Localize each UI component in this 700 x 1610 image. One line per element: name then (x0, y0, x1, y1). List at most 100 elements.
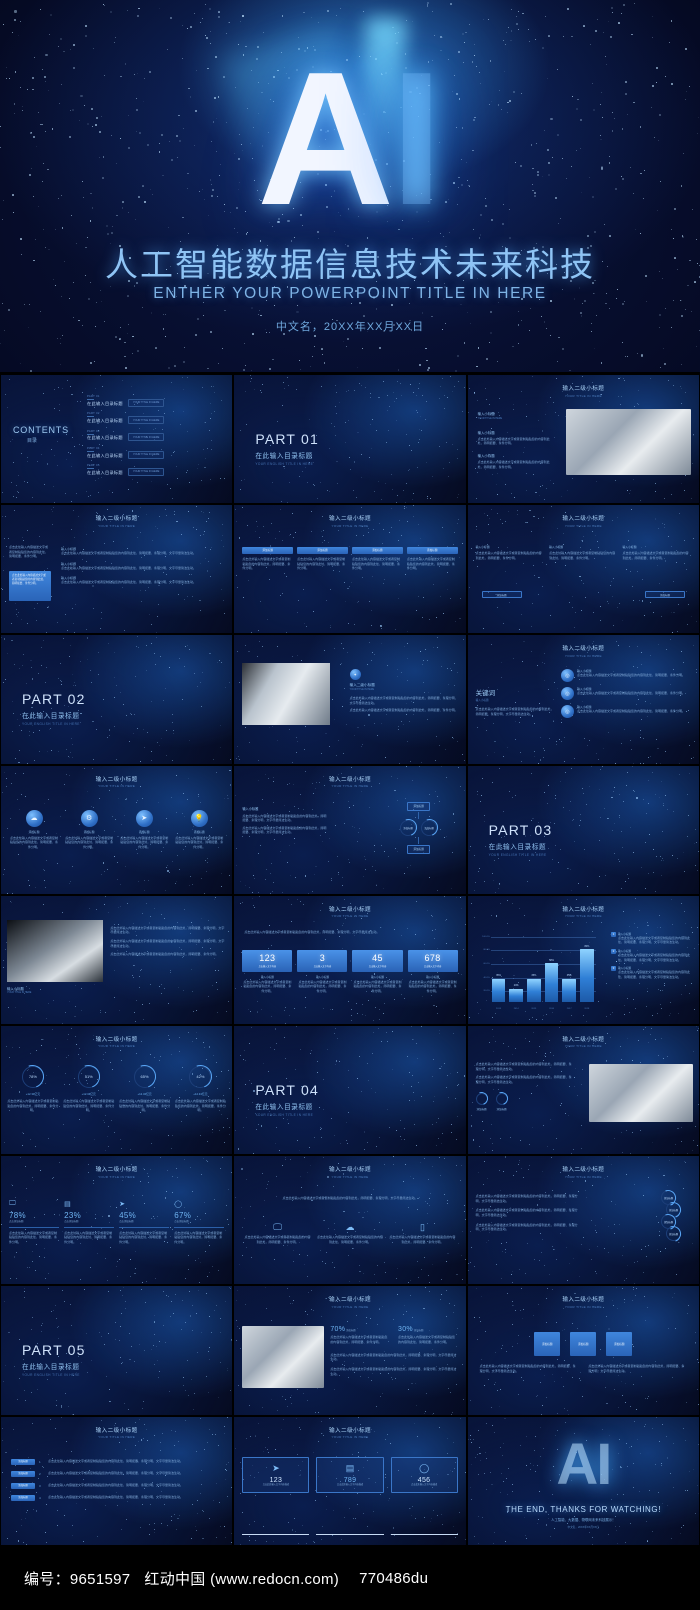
rocket-icon: ➤ (136, 810, 153, 827)
slide-ring-charts[interactable]: 输入二级小标题 YOUR TITLE IN HERE 78% +12.34亿元 点… (0, 1025, 233, 1155)
stat-tile[interactable]: ➤ 123 点击此处输入文字内容描述 (242, 1457, 309, 1493)
stat-box-3[interactable]: 45 点击输入文字内容 (352, 950, 402, 972)
slide-part-02[interactable]: PART 02 在此输入目录标题 YOUR ENGLISH TITLE IN H… (0, 634, 233, 764)
ring-value-3: 65% (141, 1074, 149, 1079)
node-top[interactable]: 添加标题 (407, 802, 429, 811)
slide-stat-boxes[interactable]: 输入二级小标题 YOUR TITLE IN HERE 点击此处输入内容描述文字或者… (233, 895, 466, 1025)
pill-button-2[interactable]: 添加标题 (645, 591, 685, 598)
slide-subtitle: YOUR TITLE IN HERE (468, 1175, 699, 1179)
node-right-label: 添加标题 (425, 826, 434, 830)
node-bottom[interactable]: 添加标题 (407, 845, 429, 854)
chain-label-4: 添加标题 (669, 1232, 678, 1236)
logo-letter-i: I (390, 59, 443, 221)
monitor-icon: 🖵 (9, 1200, 59, 1208)
list-badge-4[interactable]: 添加标题 (11, 1495, 35, 1501)
list-badge-3[interactable]: 添加标题 (11, 1483, 35, 1489)
footer-site: 红动中国 (www.redocn.com) (144, 1568, 339, 1589)
part-title-cn: 在此输入目录标题 (255, 1101, 319, 1111)
list-item[interactable]: PART 02 在此输入目录标题 YOUR TITLE IN HERE (87, 412, 224, 424)
slide-three-squares[interactable]: 输入二级小标题 YOUR TITLE IN HERE 添加标题 添加标题 添加标题… (467, 1285, 700, 1415)
slide-split-percent[interactable]: 输入二级小标题 YOUR TITLE IN HERE 70% 添加标题 点击此处输… (233, 1285, 466, 1415)
stat-caption-3: 点击此处输入文字内容描述 (395, 1484, 454, 1487)
body-text-2: 点击此处输入内容描述文字或者复制粘贴您的内容到此处，简明扼要、条件分明。 (478, 460, 550, 469)
slide-part-01[interactable]: PART 01 在此输入目录标题 YOUR ENGLISH TITLE IN H… (233, 374, 466, 504)
chain-label-3: 添加标题 (664, 1220, 673, 1224)
stat-tile-3[interactable]: ◯ 456 点击此处输入文字内容描述 (391, 1457, 458, 1493)
stat-caption-3: 点击输入文字内容 (369, 964, 387, 968)
part-title-en: YOUR ENGLISH TITLE IN HERE (255, 1113, 319, 1117)
circle-text-4: 点击此处输入内容描述文字或者复制粘贴您的内容到此处，简明扼要、条件分明。 (174, 836, 224, 850)
keyword-title-en: 输入小标题 (476, 699, 554, 703)
slide-numbered-list[interactable]: 输入二级小标题 YOUR TITLE IN HERE 添加标题 1 点击此处输入内… (0, 1416, 233, 1546)
bar-chart: 100.0% 80.0% 60.0% 40.0% 20.0% 35% 20% 35% 58% 3… (478, 934, 596, 1012)
square-card-2[interactable]: 添加标题 (570, 1332, 596, 1356)
slide-device-icons[interactable]: 输入二级小标题 YOUR TITLE IN HERE 点击此处输入内容描述文字或者… (233, 1155, 466, 1285)
stat-box[interactable]: 123 点击输入文字内容 (242, 950, 292, 972)
slide-circle-icons[interactable]: 输入二级小标题 YOUR TITLE IN HERE ☁ 添加标题 点击此处输入内… (0, 765, 233, 895)
hero-title-en: ENTHER YOUR POWERPOINT TITLE IN HERE (0, 285, 700, 303)
slide-bullets-card[interactable]: 输入二级小标题 YOUR TITLE IN HERE 点击此处输入内容描述文字或者… (0, 504, 233, 634)
list-icon: ▤ (320, 1463, 379, 1474)
mini-label-2: 添加标题 (496, 1107, 508, 1111)
slide-end[interactable]: AI THE END, THANKS FOR WATCHING! 人工智能、大数… (467, 1416, 700, 1546)
percent-sub: 点击添加标题 (9, 1220, 59, 1224)
circle-label-3: 添加标题 (119, 830, 169, 834)
part-title-cn: 在此输入目录标题 (489, 841, 553, 851)
slide-circle-chain[interactable]: 输入二级小标题 YOUR TITLE IN HERE 点击此处输入内容描述文字或者… (467, 1155, 700, 1285)
slide-keyword[interactable]: 输入二级小标题 YOUR TITLE IN HERE 关键词 输入小标题 点击此处… (467, 634, 700, 764)
slide-title: 输入二级小标题 (1, 1035, 232, 1043)
slide-part-03[interactable]: PART 03 在此输入目录标题 YOUR ENGLISH TITLE IN H… (467, 765, 700, 895)
pill-button[interactable]: 添加标题 (482, 591, 522, 598)
slide-photo-collage[interactable]: ✦ 输入二级小标题 YOUR TITLE IN HERE 点击此处输入内容描述文… (233, 634, 466, 764)
stat-box-4[interactable]: 678 点击输入文字内容 (408, 950, 458, 972)
toc-title-en: YOUR TITLE IN HERE (128, 433, 164, 441)
slide-part-04[interactable]: PART 04 在此输入目录标题 YOUR ENGLISH TITLE IN H… (233, 1025, 466, 1155)
keyword-body: 点击此处输入内容描述文字或者复制粘贴您的内容到此处，简明扼要、条理分明，文字尽量… (476, 707, 554, 716)
square-card[interactable]: 添加标题 (534, 1332, 560, 1356)
slide-node-diagram[interactable]: 输入二级小标题 YOUR TITLE IN HERE 输入小标题 点击此处输入内容… (233, 765, 466, 895)
col-label-3: 输入小标题 (623, 545, 691, 549)
slide-stat-icons[interactable]: 输入二级小标题 YOUR TITLE IN HERE ➤ 123 点击此处输入文字… (233, 1416, 466, 1546)
percent-value-4: 67% (174, 1211, 224, 1220)
slide-architecture-photo[interactable]: 输入小标题 YOUR TITLE IN HERE 点击此处输入内容描述文字或者复… (0, 895, 233, 1025)
slide-title: 输入二级小标题 (468, 1165, 699, 1173)
intro-text: 点击此处输入内容描述文字或者复制粘贴您的内容到此处，简明扼要、条理分明，文字尽量… (246, 1196, 453, 1201)
box-header-3[interactable]: 添加标题 (352, 547, 403, 554)
slide-three-col[interactable]: 输入二级小标题 YOUR TITLE IN HERE 输入小标题 点击此处输入内容描… (467, 504, 700, 634)
list-badge[interactable]: 添加标题 (11, 1459, 35, 1465)
percent-desc-4: 点击此处输入内容描述文字或者复制粘贴您的内容到此处，简明扼要、条件分明。 (174, 1231, 224, 1245)
slide-title: 输入二级小标题 (468, 1035, 699, 1043)
list-item[interactable]: PART 04 在此输入目录标题 YOUR TITLE IN HERE (87, 447, 224, 459)
chart-x-tick: 2016 (545, 1008, 559, 1010)
toc-part-label: PART 05 (87, 464, 123, 467)
part-title-en: YOUR ENGLISH TITLE IN HERE (255, 462, 319, 466)
square-card-3[interactable]: 添加标题 (606, 1332, 632, 1356)
list-badge-2[interactable]: 添加标题 (11, 1471, 35, 1477)
percent-desc: 点击此处输入内容描述文字或者复制粘贴您的内容到此处，简明扼要、条件分明。 (9, 1231, 59, 1245)
slide-bar-chart[interactable]: 输入二级小标题 YOUR TITLE IN HERE 100.0% 80.0% 60.… (467, 895, 700, 1025)
list-item[interactable]: PART 01 在此输入目录标题 YOUR TITLE IN HERE (87, 395, 224, 407)
slide-intro-photo[interactable]: 输入二级小标题 YOUR TITLE IN HERE 输入小标题 YOUR TIT… (467, 374, 700, 504)
list-item[interactable]: PART 03 在此输入目录标题 YOUR TITLE IN HERE (87, 430, 224, 442)
slide-monitor-photo[interactable]: 输入二级小标题 YOUR TITLE IN HERE 点击此处输入内容描述文字或者… (467, 1025, 700, 1155)
box-text-3: 点击此处输入内容描述文字或者复制粘贴您的内容到此处，简明扼要、条件分明。 (352, 557, 403, 571)
box-header-2[interactable]: 添加标题 (297, 547, 348, 554)
chart-x-tick: 2015 (527, 1008, 541, 1010)
slide-four-boxes[interactable]: 输入二级小标题 YOUR TITLE IN HERE 添加标题 点击此处输入内容描… (233, 504, 466, 634)
chart-x-axis: 2013 2014 2015 2016 2017 2018 (492, 1008, 594, 1010)
table-of-contents: PART 01 在此输入目录标题 YOUR TITLE IN HERE PART… (87, 395, 224, 481)
stat-desc-2: 点击此处输入内容描述文字或者复制粘贴您的内容到此处，简明扼要、条件分明。 (297, 980, 347, 994)
slide-subtitle: YOUR TITLE IN HERE (234, 1305, 465, 1309)
slide-percent-icons[interactable]: 输入二级小标题 YOUR TITLE IN HERE 🖵 78% 点击添加标题 点… (0, 1155, 233, 1285)
box-header-4[interactable]: 添加标题 (407, 547, 458, 554)
part-title-cn: 在此输入目录标题 (255, 450, 319, 460)
square-desc-2: 点击此处输入内容描述文字或者复制粘贴您的内容到此处，简明扼要、条理分明，文字尽量… (588, 1364, 687, 1373)
list-item[interactable]: PART 05 在此输入目录标题 YOUR TITLE IN HERE (87, 464, 224, 476)
stat-box-2[interactable]: 3 点击输入文字内容 (297, 950, 347, 972)
slide-subtitle: YOUR TITLE IN HERE (234, 524, 465, 528)
slide-contents[interactable]: CONTENTS 目录 PART 01 在此输入目录标题 YOUR TITLE … (0, 374, 233, 504)
stat-tile-2[interactable]: ▤ 789 点击此处输入文字内容描述 (316, 1457, 383, 1493)
toc-part-label: PART 01 (87, 395, 123, 398)
box-header[interactable]: 添加标题 (242, 547, 293, 554)
slide-part-05[interactable]: PART 05 在此输入目录标题 YOUR ENGLISH TITLE IN H… (0, 1285, 233, 1415)
